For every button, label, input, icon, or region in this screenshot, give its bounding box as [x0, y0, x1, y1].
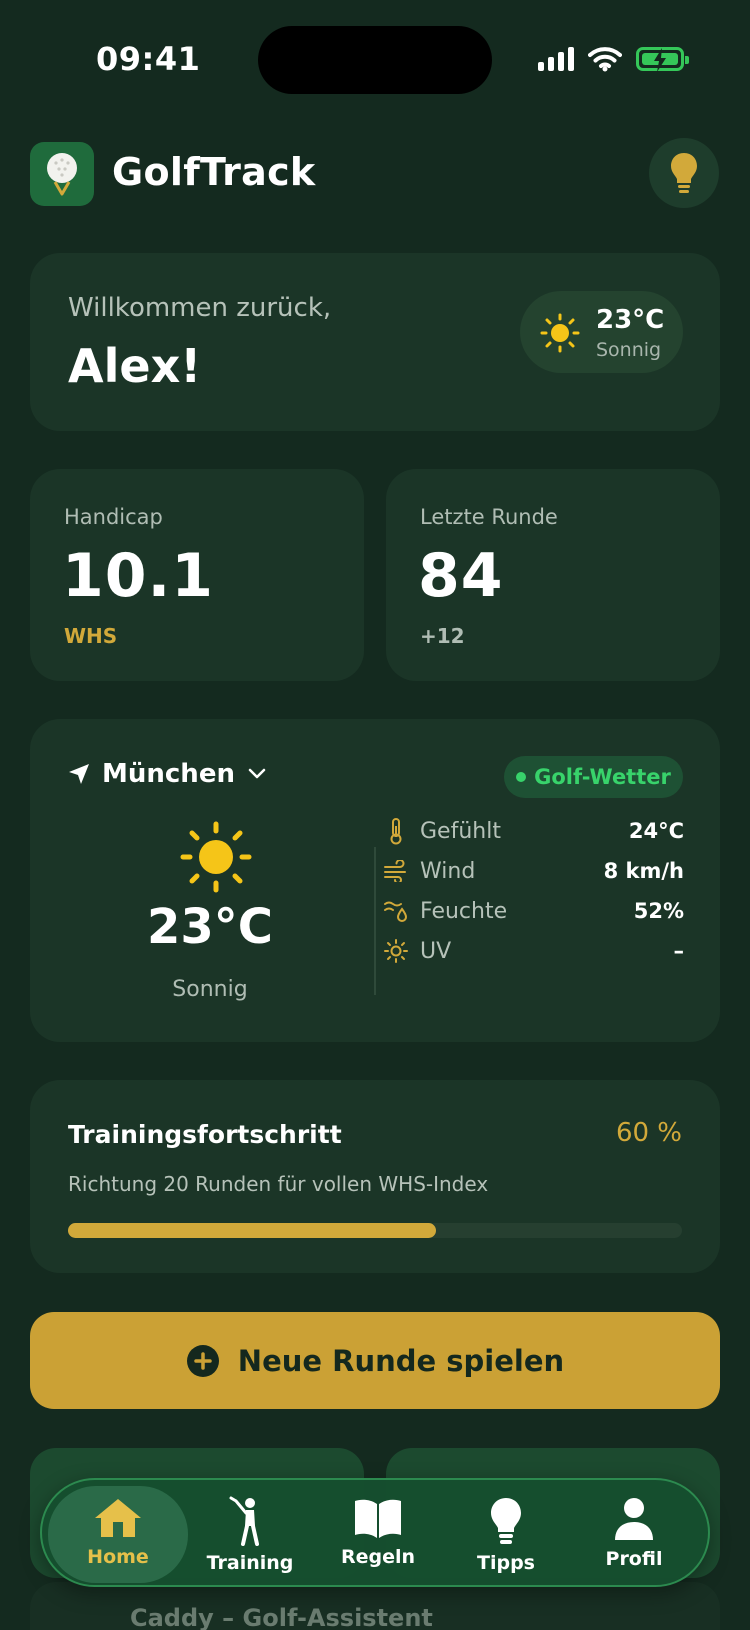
- training-title: Trainingsfortschritt: [68, 1120, 342, 1149]
- app-title: GolfTrack: [112, 150, 316, 194]
- tab-home-label: Home: [87, 1546, 149, 1568]
- home-icon: [95, 1499, 141, 1537]
- cellular-signal-icon: [538, 47, 574, 71]
- dynamic-island: [258, 26, 492, 94]
- welcome-subtitle: Willkommen zurück,: [68, 293, 332, 323]
- status-dot: [516, 772, 527, 782]
- city-name: München: [102, 759, 235, 789]
- wind-label: Wind: [420, 858, 476, 884]
- detail-row-uv: UV –: [378, 935, 684, 967]
- wind-icon: [378, 860, 414, 882]
- lightbulb-icon: [491, 1498, 521, 1544]
- uv-sun-icon: [378, 939, 414, 963]
- wifi-icon: [588, 47, 622, 72]
- tab-training[interactable]: Training: [180, 1486, 320, 1583]
- last-round-label: Letzte Runde: [420, 505, 558, 529]
- tab-training-label: Training: [206, 1552, 294, 1574]
- person-icon: [615, 1498, 653, 1540]
- tab-tips[interactable]: Tipps: [436, 1486, 576, 1583]
- tab-profile[interactable]: Profil: [564, 1486, 704, 1583]
- uv-label: UV: [420, 938, 452, 964]
- tab-rules-label: Regeln: [340, 1546, 416, 1568]
- weather-card: München Golf-Wetter 23°C Sonnig Gefühlt …: [30, 719, 720, 1042]
- welcome-card: Willkommen zurück, Alex! 23°C Sonnig: [30, 253, 720, 431]
- detail-row-humidity: Feuchte 52%: [378, 895, 684, 927]
- new-round-label: Neue Runde spielen: [237, 1343, 565, 1378]
- weather-summary-pill[interactable]: 23°C Sonnig: [520, 291, 683, 373]
- caddy-row-title: Caddy – Golf-Assistent: [130, 1604, 433, 1630]
- weather-divider: [374, 847, 376, 995]
- golf-weather-badge: Golf-Wetter: [504, 756, 683, 798]
- detail-row-feels-like: Gefühlt 24°C: [378, 815, 684, 847]
- user-name: Alex!: [68, 339, 202, 393]
- feels-like-label: Gefühlt: [420, 818, 501, 844]
- chevron-down-icon: [248, 768, 266, 779]
- last-round-score: 84: [418, 541, 504, 611]
- home-screen: 09:41 GolfTrack Willkommen zurück, Alex!…: [0, 0, 750, 1630]
- golf-ball-pin-icon: [47, 153, 77, 196]
- pill-condition: Sonnig: [596, 339, 662, 361]
- battery-icon: [636, 47, 689, 72]
- feels-like-value: 24°C: [628, 819, 684, 843]
- tab-home[interactable]: Home: [48, 1486, 188, 1583]
- humidity-label: Feuchte: [420, 898, 508, 924]
- training-percent: 60 %: [615, 1118, 682, 1148]
- current-condition: Sonnig: [172, 977, 248, 1002]
- status-icons: [538, 46, 689, 72]
- new-round-button[interactable]: Neue Runde spielen: [30, 1312, 720, 1409]
- humidity-icon: [378, 899, 414, 923]
- tab-profile-label: Profil: [605, 1548, 663, 1570]
- sun-icon-large: [180, 821, 252, 893]
- status-bar: 09:41: [0, 0, 750, 110]
- handicap-system: WHS: [64, 624, 118, 648]
- progress-fill: [68, 1223, 437, 1238]
- training-subtitle: Richtung 20 Runden für vollen WHS-Index: [68, 1172, 489, 1196]
- handicap-card[interactable]: Handicap 10.1 WHS: [30, 469, 364, 681]
- training-progress-card[interactable]: Trainingsfortschritt 60 % Richtung 20 Ru…: [30, 1080, 720, 1273]
- tab-rules[interactable]: Regeln: [308, 1486, 448, 1583]
- lightbulb-icon: [671, 153, 697, 193]
- humidity-value: 52%: [633, 899, 684, 923]
- plus-circle-icon: [186, 1344, 219, 1377]
- handicap-value: 10.1: [62, 541, 215, 611]
- sun-icon: [540, 313, 580, 353]
- book-icon: [355, 1499, 401, 1538]
- last-round-over-par: +12: [420, 624, 465, 648]
- tab-bar: Home Training Regeln Tipps Profil: [40, 1478, 710, 1587]
- golf-weather-label: Golf-Wetter: [534, 765, 671, 789]
- progress-track: [68, 1223, 682, 1238]
- tab-tips-label: Tipps: [477, 1552, 535, 1574]
- uv-value: –: [673, 939, 685, 963]
- pill-temperature: 23°C: [596, 305, 665, 335]
- city-selector[interactable]: München: [68, 759, 267, 789]
- wind-value: 8 km/h: [603, 859, 684, 883]
- thermometer-icon: [378, 817, 414, 845]
- last-round-card[interactable]: Letzte Runde 84 +12: [386, 469, 720, 681]
- handicap-label: Handicap: [64, 505, 163, 529]
- detail-row-wind: Wind 8 km/h: [378, 855, 684, 887]
- current-temperature: 23°C: [146, 899, 274, 955]
- golfer-icon: [229, 1496, 259, 1546]
- location-arrow-icon: [69, 764, 89, 784]
- status-time: 09:41: [96, 40, 201, 78]
- tips-button[interactable]: [649, 138, 719, 208]
- app-logo: [30, 142, 94, 206]
